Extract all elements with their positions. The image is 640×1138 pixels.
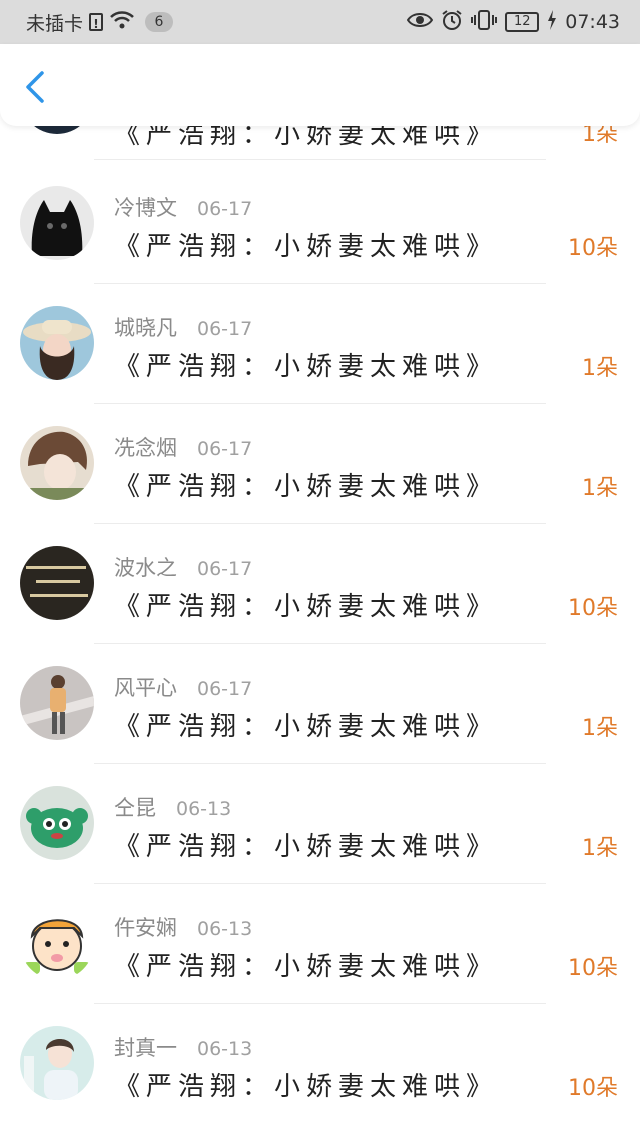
charging-icon bbox=[547, 9, 557, 35]
wifi-icon bbox=[109, 10, 135, 35]
donor-line: 仵安娴 06-13 bbox=[114, 912, 252, 942]
list-item[interactable]: 冼念烟 06-17 《严浩翔：小娇妻太难哄》 1朵 bbox=[0, 404, 640, 524]
donor-line: 波水之 06-17 bbox=[114, 552, 252, 582]
carrier-label: 未插卡 bbox=[26, 12, 84, 35]
book-title: 《严浩翔：小娇妻太难哄》 bbox=[114, 712, 499, 742]
donation-date: 06-17 bbox=[197, 438, 253, 460]
avatar bbox=[20, 1026, 94, 1100]
donor-line: 封真一 06-13 bbox=[114, 1032, 252, 1062]
donation-date: 06-17 bbox=[197, 198, 253, 220]
book-title: 《严浩翔：小娇妻太难哄》 bbox=[114, 232, 499, 262]
avatar bbox=[20, 426, 94, 500]
gift-amount: 1朵 bbox=[582, 476, 618, 501]
gift-amount: 10朵 bbox=[568, 596, 618, 621]
donor-name: 仝昆 bbox=[114, 796, 156, 820]
list-item[interactable]: 波水之 06-17 《严浩翔：小娇妻太难哄》 10朵 bbox=[0, 524, 640, 644]
divider bbox=[94, 159, 546, 160]
battery-icon: 12 bbox=[505, 12, 540, 32]
donor-line: 仝昆 06-13 bbox=[114, 792, 231, 822]
gift-amount: 1朵 bbox=[582, 716, 618, 741]
donor-name: 风平心 bbox=[114, 676, 177, 700]
list-item[interactable]: 风平心 06-17 《严浩翔：小娇妻太难哄》 1朵 bbox=[0, 644, 640, 764]
eye-icon bbox=[407, 11, 434, 34]
avatar bbox=[20, 186, 94, 260]
clock-time: 07:43 bbox=[565, 11, 620, 33]
donor-name: 冷博文 bbox=[114, 196, 177, 220]
gift-amount: 1朵 bbox=[582, 836, 618, 861]
donor-name: 城晓凡 bbox=[114, 316, 177, 340]
donor-line: 风平心 06-17 bbox=[114, 672, 252, 702]
list-item[interactable]: 仵安娴 06-13 《严浩翔：小娇妻太难哄》 10朵 bbox=[0, 884, 640, 1004]
gift-amount: 1朵 bbox=[582, 356, 618, 381]
donation-date: 06-17 bbox=[197, 318, 253, 340]
chevron-left-icon[interactable] bbox=[22, 70, 50, 104]
notification-count-badge: 6 bbox=[145, 12, 174, 32]
donation-date: 06-13 bbox=[176, 798, 232, 820]
gift-amount: 10朵 bbox=[568, 236, 618, 261]
avatar bbox=[20, 306, 94, 380]
list-item[interactable]: 城晓凡 06-17 《严浩翔：小娇妻太难哄》 1朵 bbox=[0, 284, 640, 404]
avatar bbox=[20, 546, 94, 620]
avatar bbox=[20, 666, 94, 740]
book-title: 《严浩翔：小娇妻太难哄》 bbox=[114, 1072, 499, 1102]
book-title: 《严浩翔：小娇妻太难哄》 bbox=[114, 472, 499, 502]
avatar bbox=[20, 906, 94, 980]
donor-line: 城晓凡 06-17 bbox=[114, 312, 252, 342]
alarm-icon bbox=[441, 9, 463, 36]
book-title: 《严浩翔：小娇妻太难哄》 bbox=[114, 592, 499, 622]
gift-amount: 10朵 bbox=[568, 1076, 618, 1101]
donor-name: 仵安娴 bbox=[114, 916, 177, 940]
book-title: 《严浩翔：小娇妻太难哄》 bbox=[114, 832, 499, 862]
list-item[interactable]: 封真一 06-13 《严浩翔：小娇妻太难哄》 10朵 bbox=[0, 1004, 640, 1124]
avatar bbox=[20, 786, 94, 860]
donation-date: 06-13 bbox=[197, 918, 253, 940]
vibrate-icon bbox=[471, 9, 498, 36]
donation-date: 06-13 bbox=[197, 1038, 253, 1060]
list-item[interactable]: 仝昆 06-13 《严浩翔：小娇妻太难哄》 1朵 bbox=[0, 764, 640, 884]
list-item[interactable]: 冷博文 06-17 《严浩翔：小娇妻太难哄》 10朵 bbox=[0, 164, 640, 284]
donor-line: 冼念烟 06-17 bbox=[114, 432, 252, 462]
donor-name: 冼念烟 bbox=[114, 436, 177, 460]
status-bar: 未插卡 ! 6 12 07:43 bbox=[0, 0, 640, 44]
donation-date: 06-17 bbox=[197, 678, 253, 700]
book-title: 《严浩翔：小娇妻太难哄》 bbox=[114, 352, 499, 382]
top-nav-bar bbox=[0, 44, 640, 126]
donation-date: 06-17 bbox=[197, 558, 253, 580]
sim-alert-icon: ! bbox=[89, 13, 104, 31]
book-title: 《严浩翔：小娇妻太难哄》 bbox=[114, 952, 499, 982]
gift-amount: 10朵 bbox=[568, 956, 618, 981]
donor-line: 冷博文 06-17 bbox=[114, 192, 252, 222]
donor-name: 封真一 bbox=[114, 1036, 177, 1060]
donor-name: 波水之 bbox=[114, 556, 177, 580]
